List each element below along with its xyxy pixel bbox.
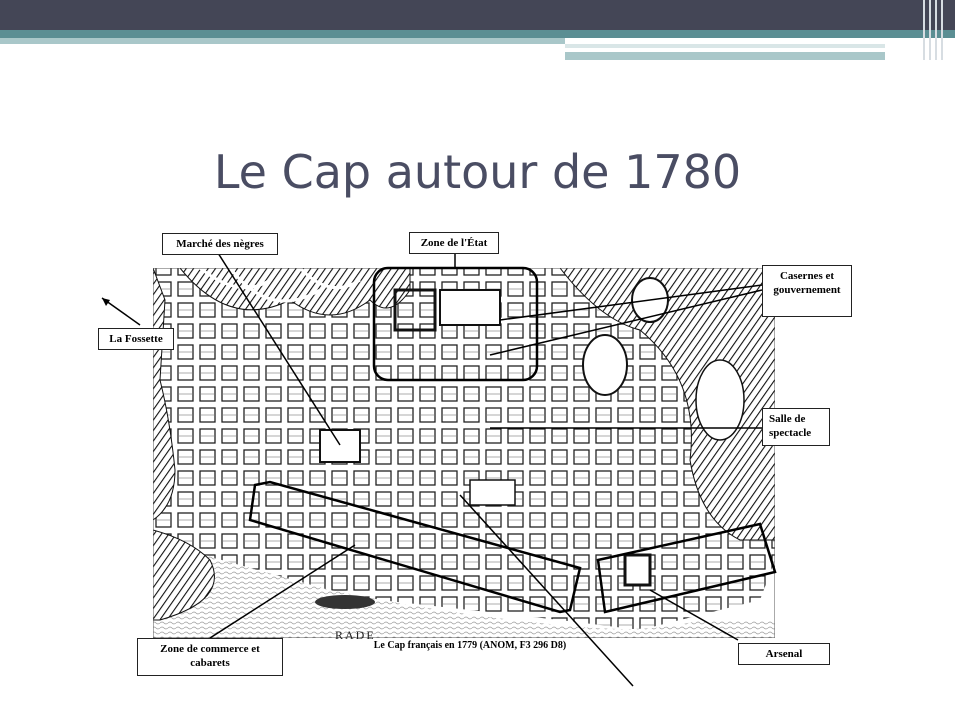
map-illustration: [101, 251, 777, 687]
label-salle: Salle de spectacle: [762, 408, 830, 446]
label-arsenal: Arsenal: [738, 643, 830, 665]
historical-map: Marché des nègres Zone de l'État Caserne…: [0, 0, 955, 714]
label-commerce: Zone de commerce et cabarets: [137, 638, 283, 676]
label-etat: Zone de l'État: [409, 232, 499, 254]
label-fossette: La Fossette: [98, 328, 174, 350]
map-caption: Le Cap français en 1779 (ANOM, F3 296 D8…: [373, 640, 567, 651]
label-marche: Marché des nègres: [162, 233, 278, 255]
label-casernes: Casernes et gouvernement: [762, 265, 852, 317]
